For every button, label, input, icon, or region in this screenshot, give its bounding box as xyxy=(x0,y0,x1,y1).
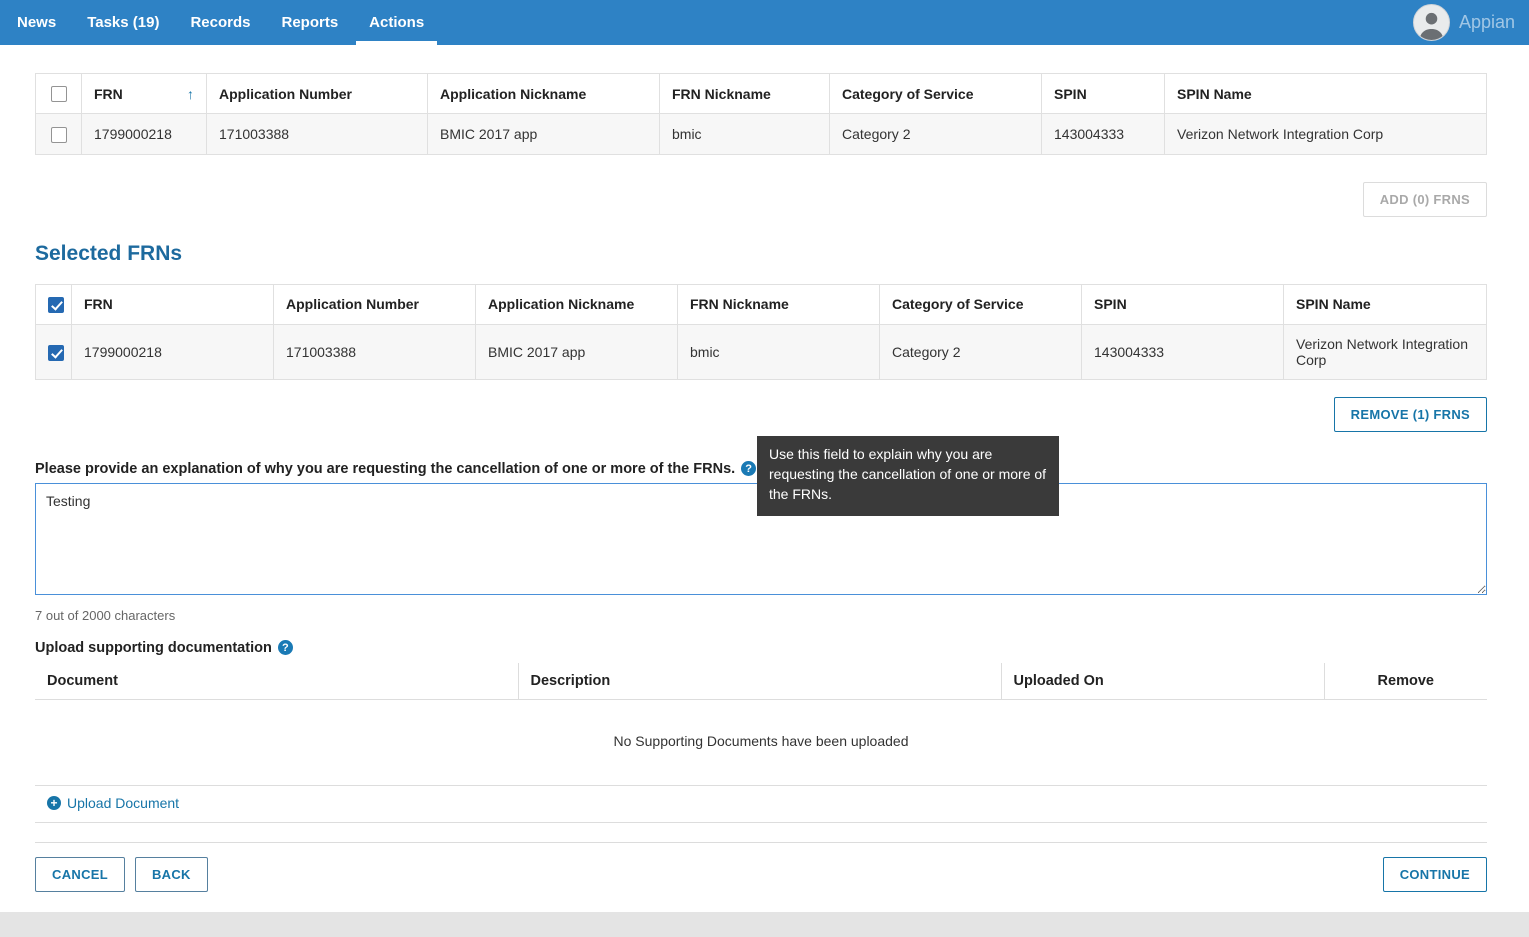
cell-application-number: 171003388 xyxy=(207,114,428,154)
available-frns-header-row: FRN ↑ Application Number Application Nic… xyxy=(36,74,1487,114)
nav-item-actions[interactable]: Actions xyxy=(356,0,437,45)
add-frns-button[interactable]: ADD (0) FRNS xyxy=(1363,182,1487,217)
selected-cell-spin-name: Verizon Network Integration Corp xyxy=(1284,324,1487,379)
cancel-button[interactable]: CANCEL xyxy=(35,857,125,892)
upload-empty-message: No Supporting Documents have been upload… xyxy=(35,699,1487,785)
selected-frn-row: 1799000218 171003388 BMIC 2017 app bmic … xyxy=(36,324,1487,379)
upload-link-row: + Upload Document xyxy=(35,785,1487,822)
cell-frn-nickname: bmic xyxy=(660,114,830,154)
selected-frns-table: FRN Application Number Application Nickn… xyxy=(35,284,1487,380)
upload-header-description: Description xyxy=(518,663,1001,700)
cell-application-nickname: BMIC 2017 app xyxy=(428,114,660,154)
available-frn-row: 1799000218 171003388 BMIC 2017 app bmic … xyxy=(36,114,1487,154)
header-category-of-service: Category of Service xyxy=(830,74,1042,114)
selected-header-frn: FRN xyxy=(72,284,274,324)
footer-divider xyxy=(35,842,1487,843)
person-icon xyxy=(1415,7,1448,40)
row-checkbox-cell xyxy=(36,114,82,154)
nav-item-records[interactable]: Records xyxy=(177,0,263,45)
selected-frns-title: Selected FRNs xyxy=(35,242,1487,266)
upload-document-link-label: Upload Document xyxy=(67,795,179,811)
selected-header-application-nickname: Application Nickname xyxy=(476,284,678,324)
nav-item-tasks[interactable]: Tasks (19) xyxy=(74,0,172,45)
upload-table-header-row: Document Description Uploaded On Remove xyxy=(35,663,1487,700)
selected-select-all-checkbox[interactable] xyxy=(48,297,64,313)
header-application-nickname: Application Nickname xyxy=(428,74,660,114)
selected-cell-frn-nickname: bmic xyxy=(678,324,880,379)
header-spin-name: SPIN Name xyxy=(1165,74,1487,114)
selected-frns-header-row: FRN Application Number Application Nickn… xyxy=(36,284,1487,324)
help-tooltip: Use this field to explain why you are re… xyxy=(757,436,1059,516)
footer-button-bar: CANCEL BACK CONTINUE xyxy=(35,857,1487,892)
nav-item-news[interactable]: News xyxy=(4,0,69,45)
top-nav: News Tasks (19) Records Reports Actions … xyxy=(0,0,1529,45)
selected-cell-category-of-service: Category 2 xyxy=(880,324,1082,379)
header-frn-label: FRN xyxy=(94,86,123,102)
appian-brand-label: Appian xyxy=(1459,12,1515,33)
remove-frns-button[interactable]: REMOVE (1) FRNS xyxy=(1334,397,1487,432)
upload-empty-row: No Supporting Documents have been upload… xyxy=(35,699,1487,785)
selected-header-spin-name: SPIN Name xyxy=(1284,284,1487,324)
continue-button[interactable]: CONTINUE xyxy=(1383,857,1487,892)
upload-document-link[interactable]: + Upload Document xyxy=(47,795,179,811)
upload-documents-table: Document Description Uploaded On Remove … xyxy=(35,663,1487,823)
upload-header-uploaded-on: Uploaded On xyxy=(1001,663,1324,700)
selected-header-application-number: Application Number xyxy=(274,284,476,324)
nav-user-area: Appian xyxy=(1413,4,1529,41)
upload-header-remove: Remove xyxy=(1324,663,1487,700)
available-frns-table: FRN ↑ Application Number Application Nic… xyxy=(35,73,1487,155)
selected-header-category-of-service: Category of Service xyxy=(880,284,1082,324)
select-all-checkbox[interactable] xyxy=(51,86,67,102)
header-application-number: Application Number xyxy=(207,74,428,114)
header-frn-nickname: FRN Nickname xyxy=(660,74,830,114)
upload-header-document: Document xyxy=(35,663,518,700)
selected-row-checkbox[interactable] xyxy=(48,345,64,361)
plus-circle-icon: + xyxy=(47,796,61,810)
back-button[interactable]: BACK xyxy=(135,857,208,892)
selected-cell-application-number: 171003388 xyxy=(274,324,476,379)
user-avatar-icon[interactable] xyxy=(1413,4,1450,41)
selected-cell-frn: 1799000218 xyxy=(72,324,274,379)
selected-select-all-header-cell xyxy=(36,284,72,324)
cell-spin-name: Verizon Network Integration Corp xyxy=(1165,114,1487,154)
upload-documentation-label: Upload supporting documentation xyxy=(35,640,272,656)
selected-header-spin: SPIN xyxy=(1082,284,1284,324)
cell-spin: 143004333 xyxy=(1042,114,1165,154)
selected-cell-spin: 143004333 xyxy=(1082,324,1284,379)
selected-header-frn-nickname: FRN Nickname xyxy=(678,284,880,324)
character-counter: 7 out of 2000 characters xyxy=(35,608,1487,623)
explanation-help-icon[interactable]: ? xyxy=(741,461,756,476)
upload-help-icon[interactable]: ? xyxy=(278,640,293,655)
explanation-label: Please provide an explanation of why you… xyxy=(35,461,735,477)
nav-item-reports[interactable]: Reports xyxy=(268,0,351,45)
selected-row-checkbox-cell xyxy=(36,324,72,379)
select-all-header-cell xyxy=(36,74,82,114)
selected-cell-application-nickname: BMIC 2017 app xyxy=(476,324,678,379)
nav-items: News Tasks (19) Records Reports Actions xyxy=(0,0,437,45)
sort-ascending-icon[interactable]: ↑ xyxy=(187,86,194,102)
cell-frn: 1799000218 xyxy=(82,114,207,154)
header-spin: SPIN xyxy=(1042,74,1165,114)
cell-category-of-service: Category 2 xyxy=(830,114,1042,154)
upload-label-row: Upload supporting documentation ? xyxy=(35,640,1487,656)
header-frn[interactable]: FRN ↑ xyxy=(82,74,207,114)
row-checkbox[interactable] xyxy=(51,127,67,143)
